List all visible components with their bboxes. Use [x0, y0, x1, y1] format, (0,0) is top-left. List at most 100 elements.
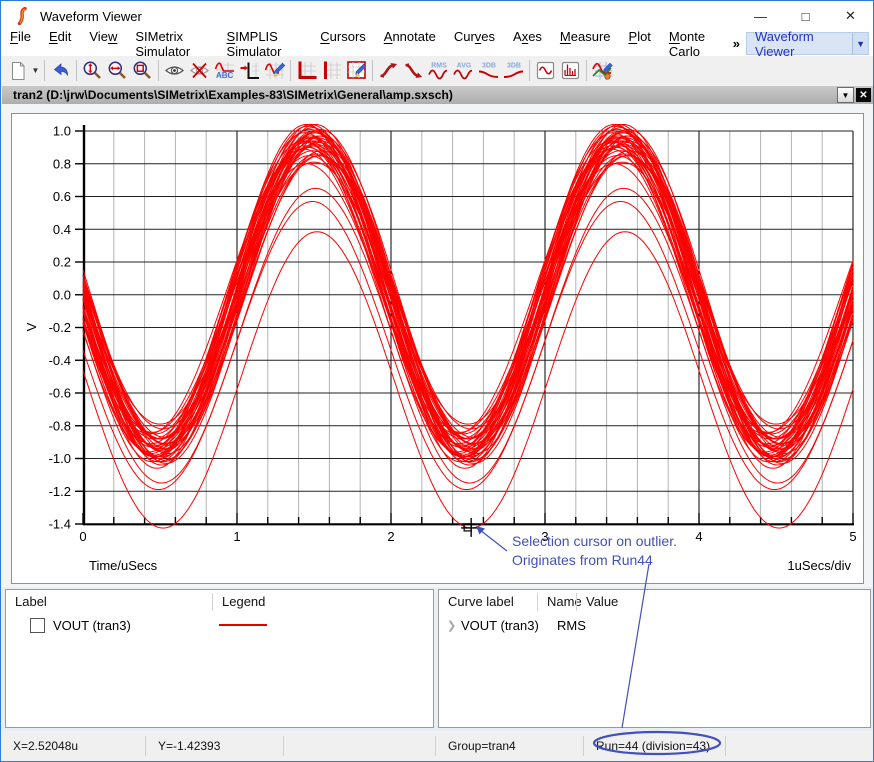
new-graph-dropdown-icon[interactable]: ▼ [30, 58, 41, 83]
avg-button[interactable]: AVG [451, 58, 476, 83]
graph-sheet-pen-icon [346, 60, 368, 81]
undo-icon [51, 61, 71, 81]
fft-button[interactable] [558, 58, 583, 83]
window-title: Waveform Viewer [40, 9, 142, 24]
zoom-full-button[interactable] [80, 58, 105, 83]
measure-panel: Curve label Name Value ❯ VOUT (tran3) RM… [438, 589, 871, 728]
eye-icon [164, 60, 185, 81]
tab-list-dropdown-icon[interactable]: ▼ [837, 87, 854, 103]
maximize-button[interactable]: □ [783, 1, 828, 31]
3db-falling-icon: 3DB [477, 60, 501, 81]
annotation-arrow-line [480, 530, 507, 551]
y-tick-label: -1.4 [49, 517, 71, 532]
svg-text:ABC: ABC [216, 71, 234, 80]
y-tick-label: -0.4 [49, 353, 71, 368]
tab-close-icon[interactable]: ✕ [856, 88, 871, 102]
app-window: Waveform Viewer — □ ✕ FileEditViewSIMetr… [0, 0, 874, 762]
new-y-axis-icon [321, 60, 343, 81]
chevron-down-icon[interactable]: ▼ [852, 33, 868, 54]
y-tick-label: 0.8 [53, 156, 71, 171]
waveform-plot-panel[interactable]: 1.00.80.60.40.20.0-0.2-0.4-0.6-0.8-1.0-1… [11, 113, 864, 584]
annotation-line-1: Selection cursor on outlier. [512, 533, 677, 549]
fall-time-button[interactable] [401, 58, 426, 83]
annotation-line-2: Originates from Run44 [512, 552, 653, 568]
y-tick-label: 1.0 [53, 124, 71, 139]
x-tick-label: 2 [387, 529, 394, 544]
legend-row[interactable]: VOUT (tran3) [6, 614, 433, 636]
zoom-x-button[interactable] [105, 58, 130, 83]
plot-area[interactable]: 1.00.80.60.40.20.0-0.2-0.4-0.6-0.8-1.0-1… [12, 114, 863, 583]
sine-page-icon [535, 60, 556, 81]
fft-spectrum-icon [560, 60, 581, 81]
edit-curves-button[interactable] [590, 58, 615, 83]
y-tick-label: 0.2 [53, 255, 71, 270]
move-curve-to-axis-button[interactable] [237, 58, 262, 83]
y-tick-label: -1.0 [49, 451, 71, 466]
zoom-rectangle-icon [132, 60, 153, 81]
legend-line-swatch [219, 624, 267, 626]
legend-panel-header: Label Legend [6, 590, 433, 614]
status-section-5 [726, 736, 874, 756]
minimize-button[interactable]: — [738, 1, 783, 31]
hide-curve-button[interactable] [187, 58, 212, 83]
measure-row[interactable]: ❯ VOUT (tran3) RMS [439, 614, 870, 636]
new-graph-button[interactable] [5, 58, 30, 83]
window-selector-combo[interactable]: Waveform Viewer ▼ [746, 32, 869, 55]
app-logo-icon [13, 7, 31, 25]
x-tick-label: 5 [849, 529, 856, 544]
window-selector-label: Waveform Viewer [747, 29, 852, 59]
3db-rising-icon: 3DB [502, 60, 526, 81]
y-tick-label: -0.8 [49, 418, 71, 433]
expand-chevron-icon[interactable]: ❯ [447, 619, 457, 632]
status-section-1: Y=-1.42393 [146, 736, 284, 756]
rise-time-button[interactable] [376, 58, 401, 83]
plot-sine-button[interactable] [533, 58, 558, 83]
db3-highpass-button[interactable]: 3DB [501, 58, 526, 83]
zoom-box-button[interactable] [130, 58, 155, 83]
menu-bar: FileEditViewSIMetrix SimulatorSIMPLIS Si… [1, 31, 873, 56]
status-bar: X=2.52048uY=-1.42393 Group=tran4Run=44 (d… [1, 731, 874, 761]
menu-overflow-chevron-icon[interactable]: » [727, 36, 746, 51]
toolbar: ▼ [1, 56, 873, 85]
avg-icon: AVG [452, 60, 476, 81]
graph-tab-title: tran2 (D:\jrw\Documents\SIMetrix\Example… [2, 88, 453, 102]
new-y-axis-button[interactable] [319, 58, 344, 83]
x-tick-label: 1 [233, 529, 240, 544]
y-tick-label: 0.6 [53, 189, 71, 204]
curve-label-button[interactable]: ABC [212, 58, 237, 83]
y-axis-title: V [24, 322, 39, 331]
rms-button[interactable]: RMS [426, 58, 451, 83]
status-section-2 [284, 736, 436, 756]
column-header-value: Value [576, 593, 870, 611]
column-header-name: Name [537, 593, 576, 611]
y-tick-label: 0.4 [53, 222, 71, 237]
status-section-4: Run=44 (division=43) [584, 736, 726, 756]
3db-label: 3DB [481, 63, 495, 70]
undo-button[interactable] [48, 58, 73, 83]
eye-off-icon [189, 60, 210, 81]
db3-lowpass-button[interactable]: 3DB [476, 58, 501, 83]
graph-tab-bar[interactable]: tran2 (D:\jrw\Documents\SIMetrix\Example… [2, 86, 874, 104]
curve-label-text: VOUT (tran3) [53, 618, 131, 633]
zoom-horizontal-icon [107, 60, 128, 81]
y-tick-label: -1.2 [49, 484, 71, 499]
curve-visibility-checkbox[interactable] [30, 618, 45, 633]
edit-graph-button[interactable] [262, 58, 287, 83]
status-section-0: X=2.52048u [1, 736, 146, 756]
status-section-3: Group=tran4 [436, 736, 584, 756]
avg-label: AVG [456, 63, 471, 70]
column-header-curve-label: Curve label [439, 593, 537, 611]
new-grid-button[interactable] [294, 58, 319, 83]
legend-panel: Label Legend VOUT (tran3) [5, 589, 434, 728]
close-button[interactable]: ✕ [828, 1, 873, 31]
measure-panel-header: Curve label Name Value [439, 590, 870, 614]
new-graph-sheet-button[interactable] [344, 58, 369, 83]
x-axis-title: Time/uSecs [89, 558, 158, 573]
y-tick-label: -0.2 [49, 320, 71, 335]
rise-time-icon [378, 60, 400, 81]
graph-pen-icon [264, 60, 286, 81]
lower-panel-zone: Label Legend VOUT (tran3) Curve label Na… [1, 587, 874, 731]
rms-label: RMS [431, 63, 447, 70]
show-curve-button[interactable] [162, 58, 187, 83]
scale-per-division-label: 1uSecs/div [787, 558, 851, 573]
